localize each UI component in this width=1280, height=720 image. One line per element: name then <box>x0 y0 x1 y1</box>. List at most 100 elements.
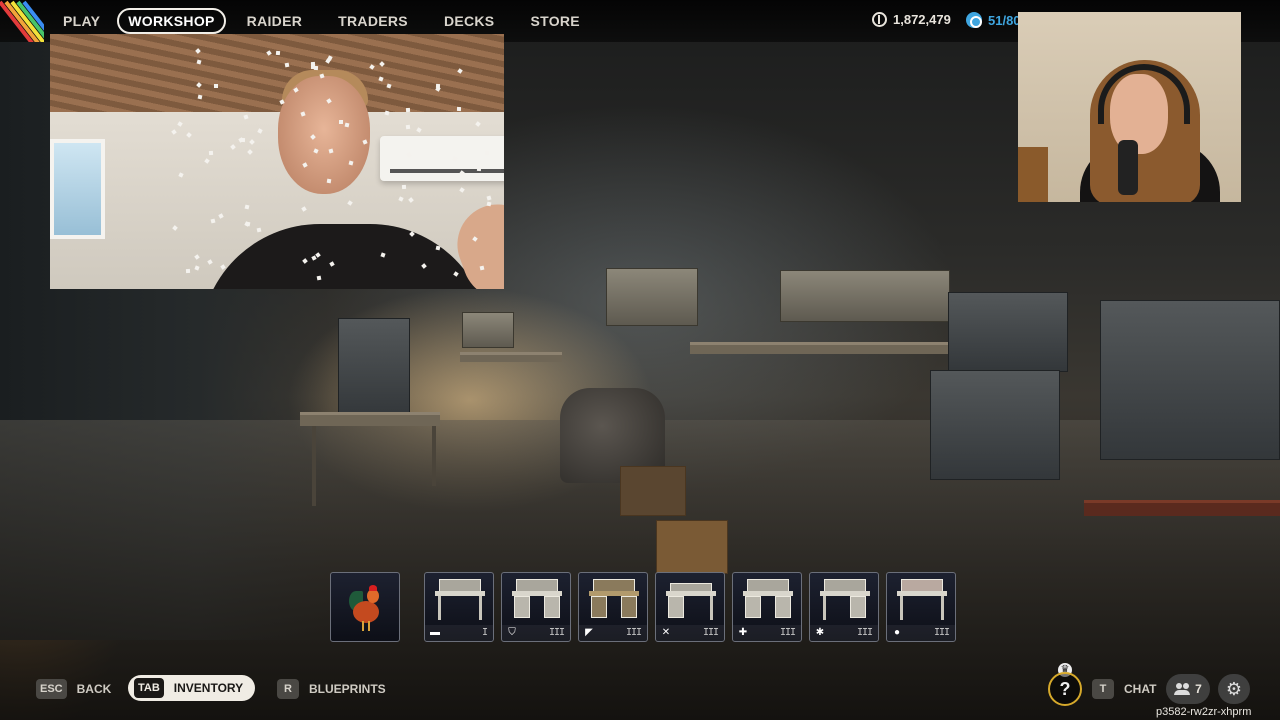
confetti-particle <box>185 131 192 138</box>
station-level: III <box>779 627 796 638</box>
confetti-particle <box>408 196 414 203</box>
confetti-particle <box>241 137 246 142</box>
desk-back <box>460 352 562 362</box>
gadget-icon: ● <box>893 627 901 638</box>
settings-button[interactable]: ⚙ <box>1218 674 1250 704</box>
desk-center <box>690 342 950 354</box>
confetti-particle <box>401 185 406 190</box>
party-button[interactable]: 7 <box>1166 674 1210 704</box>
confetti-particle <box>486 201 492 207</box>
confetti-particle <box>243 220 250 227</box>
confetti-particle <box>459 187 466 193</box>
confetti-particle <box>405 107 411 113</box>
cam-air-conditioner <box>380 136 504 181</box>
party-count: 7 <box>1195 682 1202 696</box>
confetti-particle <box>406 124 411 130</box>
desk-leg <box>432 426 436 486</box>
confetti-particle <box>243 114 249 120</box>
radio-panel <box>462 312 514 348</box>
slot-footer: ▬ I <box>425 625 493 641</box>
raider-token-icon <box>966 12 982 28</box>
hammer-icon: ▬ <box>430 627 440 638</box>
confetti-particle <box>301 206 307 213</box>
confetti-particle <box>178 172 184 178</box>
esc-key-hint: ESC <box>36 679 67 699</box>
station-level: III <box>548 627 565 638</box>
help-button[interactable]: ? <box>1048 672 1082 706</box>
confetti-particle <box>208 150 213 155</box>
rooster-icon <box>349 583 383 633</box>
confetti-particle <box>229 143 236 150</box>
nav-decks[interactable]: DECKS <box>433 9 506 33</box>
confetti-particle <box>194 265 201 271</box>
rainbow-stripe-decoration <box>0 0 44 42</box>
nav-traders[interactable]: TRADERS <box>327 9 419 33</box>
cam-window <box>50 139 105 239</box>
station-slot-rooster[interactable] <box>330 572 400 642</box>
desk-leg <box>312 426 316 506</box>
confetti-particle <box>284 62 290 67</box>
medical-lab-icon <box>743 579 793 623</box>
monitor-cabinet <box>948 292 1068 372</box>
confetti-particle <box>486 195 492 201</box>
chat-label: CHAT <box>1124 682 1157 696</box>
webcam-overlay-right <box>1018 12 1241 202</box>
shelving-unit <box>780 270 950 322</box>
nav-store[interactable]: STORE <box>519 9 590 33</box>
cam-door <box>1018 147 1048 202</box>
gear-icon: ⚙ <box>1225 679 1243 699</box>
confetti-particle <box>249 139 256 146</box>
confetti-particle <box>275 50 280 55</box>
station-level: III <box>702 627 719 638</box>
station-level: I <box>481 627 488 638</box>
workbench-icon <box>435 579 485 623</box>
station-slot-workbench[interactable]: ▬ I <box>424 572 494 642</box>
station-level: III <box>933 627 950 638</box>
confetti-particle <box>326 178 332 183</box>
crossed-tools-icon: ✕ <box>661 627 671 638</box>
crate <box>656 520 728 574</box>
nav-play[interactable]: PLAY <box>52 9 111 33</box>
station-slot-gunsmith[interactable]: ◤ III <box>578 572 648 642</box>
confetti-particle <box>456 107 461 112</box>
confetti-particle <box>384 110 390 116</box>
cam-person-body <box>200 224 490 289</box>
blueprints-button[interactable]: R BLUEPRINTS <box>277 679 386 699</box>
tab-key-hint: TAB <box>134 678 164 698</box>
workshop-station-bar: ▬ I ⛉ III ◤ III ✕ III ✚ III ✱ III ● III <box>330 572 956 642</box>
inventory-button[interactable]: TAB INVENTORY <box>128 675 256 701</box>
confetti-particle <box>476 167 482 172</box>
station-slot-refiner[interactable]: ✕ III <box>655 572 725 642</box>
station-level: III <box>856 627 873 638</box>
nav-workshop[interactable]: WORKSHOP <box>117 8 226 34</box>
confetti-particle <box>328 260 335 267</box>
station-slot-explosives[interactable]: ✱ III <box>809 572 879 642</box>
confetti-particle <box>207 259 214 265</box>
radio-cabinet <box>338 318 410 418</box>
slot-footer: ✕ III <box>656 625 724 641</box>
back-label: BACK <box>76 682 112 696</box>
slot-footer: ✱ III <box>810 625 878 641</box>
confetti-particle <box>213 83 218 88</box>
station-slot-utility[interactable]: ● III <box>886 572 956 642</box>
explosives-station-icon <box>820 579 870 623</box>
gun-icon: ◤ <box>585 627 593 638</box>
station-slot-gear-bench[interactable]: ⛉ III <box>501 572 571 642</box>
coins-icon <box>872 12 887 27</box>
confetti-particle <box>398 196 405 203</box>
station-slot-medical-lab[interactable]: ✚ III <box>732 572 802 642</box>
utility-station-icon <box>897 579 947 623</box>
back-button[interactable]: ESC BACK <box>36 679 111 699</box>
confetti-particle <box>210 218 216 224</box>
red-desk <box>1084 500 1280 516</box>
main-nav: PLAY WORKSHOP RAIDER TRADERS DECKS STORE <box>52 8 591 34</box>
nav-raider[interactable]: RAIDER <box>236 9 313 33</box>
desk-left <box>300 412 440 426</box>
t-key-hint: T <box>1092 679 1114 699</box>
microphone-icon <box>1118 140 1138 195</box>
slot-footer: ✚ III <box>733 625 801 641</box>
confetti-particle <box>204 157 210 164</box>
server-rack <box>1100 300 1280 460</box>
chat-button[interactable]: T CHAT <box>1092 679 1156 699</box>
session-id: p3582-rw2zr-xhprm <box>1156 706 1252 718</box>
